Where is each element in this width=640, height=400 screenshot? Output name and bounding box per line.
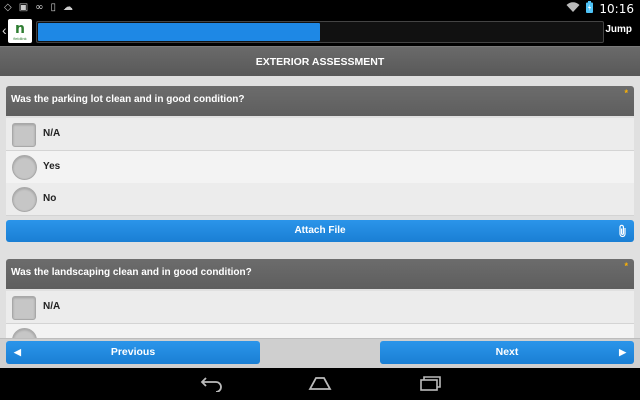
recent-apps-icon[interactable]	[418, 374, 442, 397]
voicemail-icon: ∞	[35, 2, 44, 13]
logo-subtext: fieldlink	[13, 35, 27, 41]
image-icon: ▣	[18, 2, 29, 13]
checkbox[interactable]	[12, 296, 36, 320]
option-yes[interactable]: Yes	[6, 151, 634, 184]
previous-label: Previous	[110, 346, 156, 358]
app-bar: ‹ n fieldlink Jump	[0, 16, 640, 46]
question-header: Was the landscaping clean and in good co…	[6, 259, 634, 289]
gamepad-icon: ☁	[63, 2, 74, 13]
question-header: Was the parking lot clean and in good co…	[6, 86, 634, 116]
required-marker: *	[624, 261, 628, 271]
option-yes[interactable]	[6, 324, 634, 338]
option-no[interactable]: No	[6, 183, 634, 216]
back-chevron-icon[interactable]: ‹	[2, 22, 7, 38]
status-bar: ◇ ▣ ∞ ▯ ☁ 10:16	[0, 0, 640, 16]
option-label: No	[43, 193, 57, 204]
option-label: N/A	[43, 301, 61, 312]
attach-file-label: Attach File	[294, 225, 346, 236]
phone-icon: ▯	[50, 2, 57, 13]
radio-button[interactable]	[12, 328, 37, 338]
diamond-icon: ◇	[4, 2, 12, 13]
option-label: N/A	[43, 128, 61, 139]
question-list[interactable]: Was the parking lot clean and in good co…	[0, 76, 640, 338]
footer-nav: ◀ Previous Next ▶	[0, 338, 640, 369]
radio-button[interactable]	[12, 155, 37, 180]
back-icon[interactable]	[200, 374, 224, 397]
progress-fill	[38, 23, 320, 41]
question-text: Was the parking lot clean and in good co…	[11, 94, 245, 105]
app-logo[interactable]: n fieldlink	[8, 19, 32, 43]
checkbox[interactable]	[12, 123, 36, 147]
required-marker: *	[624, 88, 628, 98]
wifi-icon	[566, 1, 580, 17]
clock: 10:16	[599, 2, 634, 16]
option-na[interactable]: N/A	[6, 118, 634, 151]
arrow-right-icon: ▶	[619, 347, 626, 357]
jump-button[interactable]: Jump	[605, 24, 632, 35]
question-text: Was the landscaping clean and in good co…	[11, 267, 252, 278]
attach-file-button[interactable]: Attach File	[6, 220, 634, 242]
progress-bar	[36, 21, 604, 43]
option-label: Yes	[43, 161, 61, 172]
section-title: EXTERIOR ASSESSMENT	[0, 46, 640, 77]
battery-icon	[586, 1, 594, 17]
system-nav-bar	[0, 368, 640, 400]
home-icon[interactable]	[308, 374, 332, 397]
next-button[interactable]: Next ▶	[380, 341, 634, 364]
arrow-left-icon: ◀	[14, 347, 21, 357]
paperclip-icon	[617, 220, 628, 245]
next-label: Next	[495, 346, 519, 358]
logo-mark: n	[15, 20, 25, 37]
previous-button[interactable]: ◀ Previous	[6, 341, 260, 364]
radio-button[interactable]	[12, 187, 37, 212]
option-na[interactable]: N/A	[6, 291, 634, 324]
